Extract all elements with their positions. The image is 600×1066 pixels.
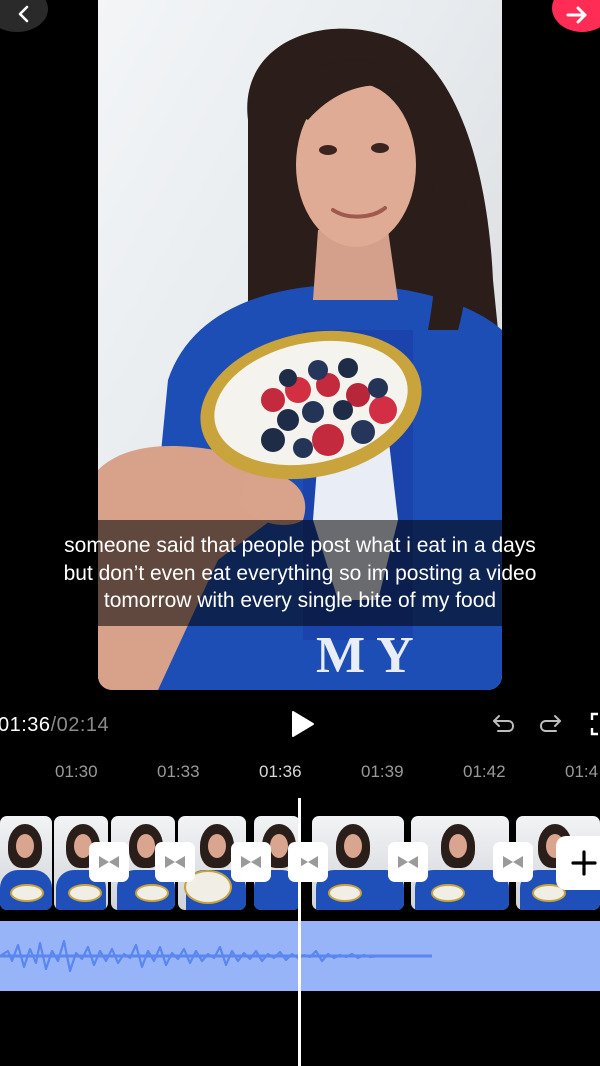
current-time: 01:36 [0, 714, 51, 736]
plus-icon [571, 850, 597, 876]
back-button[interactable] [0, 0, 48, 32]
caption-line-1: someone said that people post what i eat… [64, 534, 536, 557]
time-display: 01:36/02:14 [0, 714, 109, 737]
transition-button[interactable] [89, 842, 129, 882]
caption-line-2: but don’t even eat everything so im post… [63, 561, 537, 585]
play-icon [292, 711, 314, 737]
playback-controls: 01:36/02:14 [0, 700, 600, 750]
caption-text[interactable]: someone said that people post what i eat… [0, 532, 600, 615]
transition-icon [241, 856, 261, 868]
next-button[interactable] [552, 0, 600, 32]
transition-button[interactable] [231, 842, 271, 882]
ruler-tick: 01:33 [157, 762, 200, 781]
transition-icon [503, 856, 523, 868]
ruler-tick: 01:39 [361, 762, 404, 781]
transition-button[interactable] [493, 842, 533, 882]
transition-icon [99, 856, 119, 868]
playhead[interactable] [298, 798, 301, 1066]
ruler-tick: 01:42 [463, 762, 506, 781]
fullscreen-button[interactable] [588, 710, 600, 738]
fullscreen-icon [590, 712, 598, 736]
transition-icon [165, 856, 185, 868]
ruler-tick: 01:30 [55, 762, 98, 781]
play-button[interactable] [286, 708, 318, 740]
redo-icon [539, 715, 561, 732]
caption-line-3: tomorrow with every single bite of my fo… [103, 589, 497, 612]
undo-icon [493, 715, 515, 732]
transition-button[interactable] [288, 842, 328, 882]
total-time: 02:14 [56, 714, 110, 736]
transition-icon [398, 856, 418, 868]
ruler-tick: 01:36 [259, 762, 302, 781]
chevron-left-icon [18, 5, 29, 23]
transition-button[interactable] [155, 842, 195, 882]
redo-button[interactable] [538, 710, 566, 738]
timeline-ruler[interactable]: 01:30 01:33 01:36 01:39 01:42 01:4 [0, 762, 600, 786]
undo-button[interactable] [488, 710, 516, 738]
ruler-tick: 01:4 [565, 762, 599, 781]
clip-thumbnail[interactable] [0, 816, 52, 910]
svg-text:M Y: M Y [316, 627, 414, 684]
arrow-right-icon [566, 6, 587, 24]
transition-button[interactable] [388, 842, 428, 882]
add-clip-button[interactable] [556, 836, 600, 890]
